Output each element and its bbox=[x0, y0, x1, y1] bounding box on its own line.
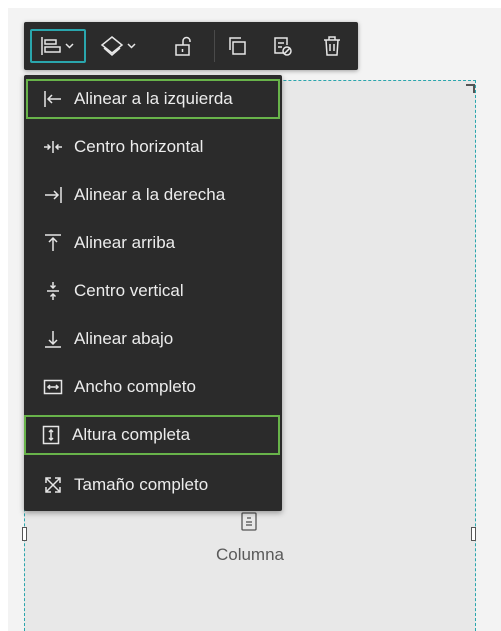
arrange-dropdown-button[interactable] bbox=[90, 29, 150, 63]
menu-item-full-width[interactable]: Ancho completo bbox=[28, 367, 280, 407]
menu-item-label: Alinear a la izquierda bbox=[74, 89, 233, 108]
menu-item-center-horizontal[interactable]: Centro horizontal bbox=[28, 127, 280, 167]
menu-item-align-left[interactable]: Alinear a la izquierda bbox=[26, 79, 280, 119]
unlock-icon bbox=[171, 34, 195, 58]
menu-item-label: Alinear abajo bbox=[74, 329, 174, 348]
menu-item-label: Altura completa bbox=[72, 425, 191, 444]
center-horizontal-icon bbox=[36, 127, 70, 167]
align-menu: Alinear a la izquierda Centro horizontal… bbox=[24, 75, 282, 511]
hide-button[interactable] bbox=[264, 29, 300, 63]
column-label: Columna bbox=[215, 545, 285, 564]
menu-item-label: Centro horizontal bbox=[74, 137, 204, 156]
menu-item-label: Centro vertical bbox=[74, 281, 184, 300]
hide-icon bbox=[270, 34, 294, 58]
duplicate-icon bbox=[225, 34, 249, 58]
menu-item-label: Ancho completo bbox=[74, 377, 196, 396]
menu-item-align-top[interactable]: Alinear arriba bbox=[28, 223, 280, 263]
align-bottom-icon bbox=[36, 319, 70, 359]
resize-handle-left[interactable] bbox=[22, 527, 27, 541]
menu-item-label: Tamaño completo bbox=[74, 475, 209, 494]
menu-item-align-bottom[interactable]: Alinear abajo bbox=[28, 319, 280, 359]
resize-handle-right[interactable] bbox=[471, 527, 476, 541]
menu-item-align-right[interactable]: Alinear a la derecha bbox=[28, 175, 280, 215]
widget-toolbar bbox=[24, 22, 358, 70]
menu-item-label: Alinear a la derecha bbox=[74, 185, 226, 204]
resize-handle-top-right[interactable] bbox=[466, 84, 475, 93]
menu-item-label: Alinear arriba bbox=[74, 233, 176, 252]
layers-dropdown-icon bbox=[96, 34, 144, 58]
column-icon bbox=[238, 510, 262, 534]
menu-item-center-vertical[interactable]: Centro vertical bbox=[28, 271, 280, 311]
duplicate-button[interactable] bbox=[219, 29, 255, 63]
toolbar-separator bbox=[214, 30, 215, 62]
menu-item-full-height[interactable]: Altura completa bbox=[24, 415, 280, 455]
align-dropdown-button[interactable] bbox=[30, 29, 86, 63]
full-size-icon bbox=[36, 465, 70, 505]
align-left-dropdown-icon bbox=[36, 34, 80, 58]
align-right-icon bbox=[36, 175, 70, 215]
full-height-icon bbox=[34, 415, 68, 455]
full-width-icon bbox=[36, 367, 70, 407]
menu-item-full-size[interactable]: Tamaño completo bbox=[28, 465, 280, 505]
lock-button[interactable] bbox=[164, 29, 202, 63]
center-vertical-icon bbox=[36, 271, 70, 311]
align-left-icon bbox=[36, 79, 70, 119]
align-top-icon bbox=[36, 223, 70, 263]
trash-icon bbox=[320, 34, 344, 58]
delete-button[interactable] bbox=[314, 29, 350, 63]
